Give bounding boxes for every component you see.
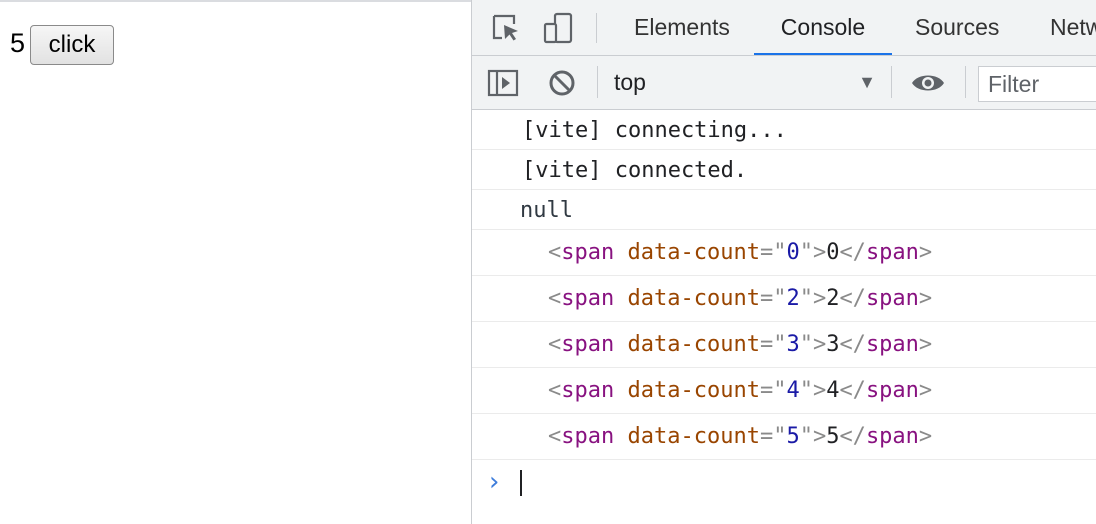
attr-value: 5 [786,424,800,449]
attr-quote: " [799,424,813,449]
attr-quote: " [773,332,787,357]
element-content: 2 [826,286,840,311]
console-element-node[interactable]: <span data-count="3">3</span> [472,322,1096,368]
tag-name: span [561,286,615,311]
tag-bracket: </ [839,424,866,449]
tab-network[interactable]: Netw [1050,0,1096,55]
tag-bracket: > [918,286,933,311]
tag-name: span [865,286,919,311]
context-selector[interactable]: top ▼ [614,66,876,98]
tag-name: span [561,332,615,357]
tag-bracket: </ [839,378,866,403]
attr-value: 0 [786,240,800,265]
attr-quote: " [773,378,787,403]
live-expression-icon[interactable] [910,67,946,99]
tag-bracket: > [918,240,933,265]
tag-bracket: </ [839,332,866,357]
attr-quote: " [773,286,787,311]
inspect-element-icon[interactable] [490,12,522,44]
tag-bracket: < [548,332,562,357]
tag-bracket: < [548,240,562,265]
console-element-node[interactable]: <span data-count="2">2</span> [472,276,1096,322]
attr-name: data-count [627,378,760,403]
devtools-tabbar: Elements Console Sources Netw [472,0,1096,56]
attr-name: data-count [627,240,760,265]
tag-bracket: > [812,378,827,403]
attr-value: 3 [786,332,800,357]
toolbar-separator [965,66,966,98]
attr-equals: = [759,240,774,265]
attr-value: 4 [786,378,800,403]
filter-input[interactable] [978,66,1096,102]
console-toolbar: top ▼ [472,56,1096,110]
attr-equals: = [759,332,774,357]
sidebar-toggle-icon[interactable] [487,67,519,99]
tag-bracket: > [918,332,933,357]
prompt-chevron-icon: › [489,467,500,497]
console-message-text: null [520,198,573,223]
tag-bracket: < [548,378,562,403]
tabbar-separator [596,13,597,43]
console-message: [vite] connected. [472,150,1096,190]
attr-quote: " [799,240,813,265]
tag-bracket: > [918,378,933,403]
tag-name: span [561,424,615,449]
tag-name: span [561,240,615,265]
tag-bracket: </ [839,240,866,265]
clear-console-icon[interactable] [546,67,578,99]
console-element-node[interactable]: <span data-count="0">0</span> [472,230,1096,276]
attr-name: data-count [627,286,760,311]
element-content: 5 [826,424,840,449]
console-element-node[interactable]: <span data-count="4">4</span> [472,368,1096,414]
text-caret [520,470,522,496]
console-element-node[interactable]: <span data-count="5">5</span> [472,414,1096,460]
toolbar-separator [597,66,598,98]
tag-bracket: > [812,240,827,265]
tag-bracket: > [918,424,933,449]
tag-name: span [865,240,919,265]
tag-name: span [865,424,919,449]
attr-equals: = [759,286,774,311]
context-label: top [614,69,646,95]
console-prompt[interactable]: › [472,460,1096,504]
tag-bracket: > [812,424,827,449]
tab-sources[interactable]: Sources [915,0,999,55]
attr-quote: " [799,332,813,357]
console-message-text: [vite] connecting... [522,118,787,143]
element-content: 0 [826,240,840,265]
attr-equals: = [759,424,774,449]
devtools-panel: Elements Console Sources Netw top ▼ [471,0,1096,524]
console-output: [vite] connecting... [vite] connected. n… [472,110,1096,504]
tab-console[interactable]: Console [754,0,892,55]
console-message: [vite] connecting... [472,110,1096,150]
tag-bracket: > [812,332,827,357]
attr-name: data-count [627,424,760,449]
click-button[interactable]: click [30,25,114,65]
tag-name: span [865,378,919,403]
tag-name: span [561,378,615,403]
attr-value: 2 [786,286,800,311]
console-message: null [472,190,1096,230]
device-toggle-icon[interactable] [543,12,575,44]
toolbar-separator [891,66,892,98]
tag-bracket: > [812,286,827,311]
dropdown-arrow-icon: ▼ [858,72,876,92]
tag-bracket: </ [839,286,866,311]
element-content: 3 [826,332,840,357]
attr-quote: " [799,286,813,311]
attr-quote: " [799,378,813,403]
tag-name: span [865,332,919,357]
attr-equals: = [759,378,774,403]
attr-quote: " [773,424,787,449]
tag-bracket: < [548,424,562,449]
console-message-text: [vite] connected. [522,158,748,183]
count-text: 5 [10,28,26,58]
attr-name: data-count [627,332,760,357]
tab-elements[interactable]: Elements [634,0,730,55]
page-viewport: 5 click [0,0,471,524]
tag-bracket: < [548,286,562,311]
attr-quote: " [773,240,787,265]
element-content: 4 [826,378,840,403]
